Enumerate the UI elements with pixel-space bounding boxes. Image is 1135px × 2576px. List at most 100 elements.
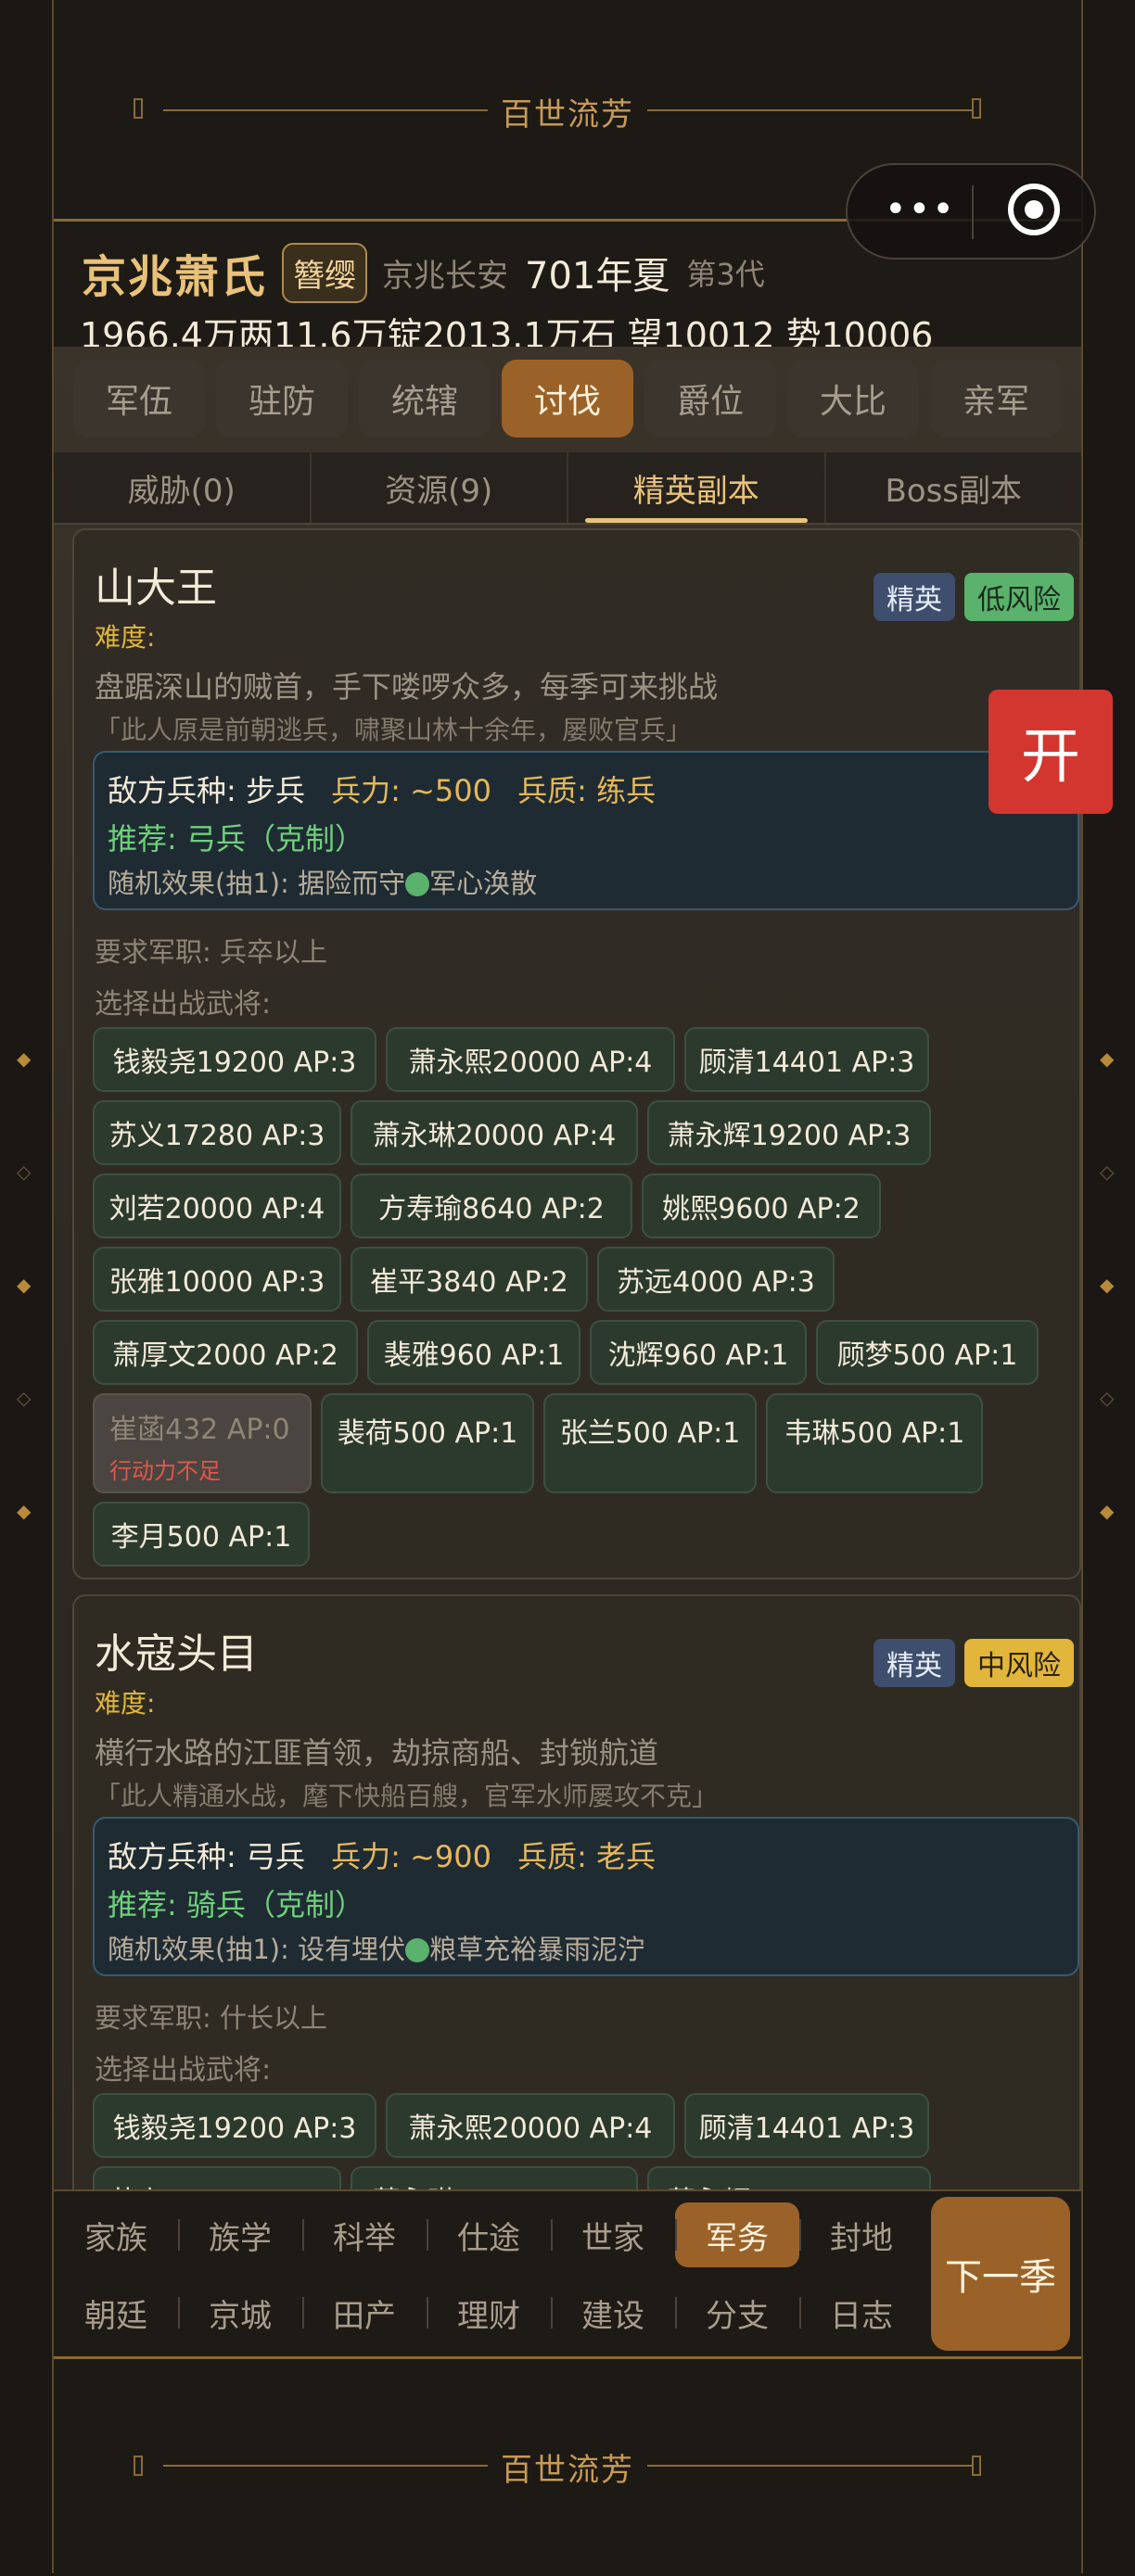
diamond-ornament-icon: ◆ (1100, 1047, 1115, 1070)
general-button[interactable]: 萧永辉19200 AP:3 (647, 2166, 931, 2189)
enemy-info-box: 敌方兵种: 弓兵 兵力: ~900 兵质: 老兵 推荐: 骑兵（克制） 随机效果… (93, 1817, 1079, 1976)
tab-guard[interactable]: 亲军 (930, 360, 1062, 438)
general-button[interactable]: 萧厚文2000 AP:2 (93, 1320, 358, 1385)
diamond-ornament-icon: ◇ (1100, 1387, 1115, 1409)
general-button[interactable]: 李月500 AP:1 (93, 1502, 310, 1567)
select-general-label: 选择出战武将: (95, 2054, 272, 2087)
random-effect: 随机效果(抽1): 设有埋伏 粮草充裕暴雨泥泞 (108, 1928, 644, 1967)
generation-text: 第3代 (686, 257, 765, 292)
enemy-type: 敌方兵种: 步兵 (108, 773, 305, 808)
general-button[interactable]: 韦琳500 AP:1 (766, 1393, 983, 1493)
general-label: 崔菡432 AP:0 (109, 1414, 290, 1446)
general-button[interactable]: 方寿瑜8640 AP:2 (351, 1174, 632, 1238)
enemy-power: 兵力: ~500 (331, 773, 491, 808)
general-button[interactable]: 张雅10000 AP:3 (93, 1247, 341, 1312)
banner-title: 百世流芳 (54, 89, 1081, 134)
general-button[interactable]: 苏义17280 AP:3 (93, 1100, 341, 1165)
insufficient-ap-note: 行动力不足 (109, 1458, 221, 1484)
rank-badge: 簪缨 (282, 242, 368, 303)
general-button[interactable]: 萧永琳20000 AP:4 (351, 2166, 638, 2189)
dungeon-quote: 「此人原是前朝逃兵，啸聚山林十余年，屡败官兵」 (95, 715, 693, 745)
subtab-threat[interactable]: 威胁(0) (54, 452, 312, 523)
diamond-ornament-icon: ◇ (17, 1387, 32, 1409)
dungeon-card: 水寇头目 精英 中风险 难度: 横行水路的江匪首领，劫掠商船、封锁航道 「此人精… (72, 1594, 1081, 2189)
general-button[interactable]: 崔平3840 AP:2 (351, 1247, 588, 1312)
nav-career[interactable]: 仕途 (427, 2202, 551, 2267)
next-season-button[interactable]: 下一季 (931, 2197, 1070, 2351)
general-button[interactable]: 裴荷500 AP:1 (321, 1393, 534, 1493)
effect-text: 随机效果(抽1): 据险而守 (108, 868, 406, 899)
elite-tag: 精英 (874, 573, 955, 621)
nav-military[interactable]: 军务 (675, 2202, 799, 2267)
general-button[interactable]: 萧永熙20000 AP:4 (386, 1027, 675, 1092)
nav-clan-school[interactable]: 族学 (178, 2202, 302, 2267)
green-dot-icon (405, 1938, 430, 1962)
effect-text: 军心涣散 (429, 868, 538, 899)
tag-group: 精英 中风险 (874, 1639, 1074, 1687)
nav-log[interactable]: 日志 (799, 2280, 924, 2345)
general-button[interactable]: 沈辉960 AP:1 (590, 1320, 807, 1385)
diamond-ornament-icon: ◆ (1100, 1500, 1115, 1522)
general-button[interactable]: 刘若20000 AP:4 (93, 1174, 341, 1238)
tab-command[interactable]: 统辖 (359, 360, 491, 438)
nav-capital[interactable]: 京城 (178, 2280, 302, 2345)
dungeon-title: 水寇头目 (95, 1631, 258, 1678)
tab-peerage[interactable]: 爵位 (644, 360, 776, 438)
general-button[interactable]: 张兰500 AP:1 (543, 1393, 757, 1493)
banner-title: 百世流芳 (54, 2444, 1081, 2490)
more-icon[interactable]: ••• (885, 191, 956, 228)
risk-tag: 低风险 (964, 573, 1074, 621)
location-text: 京兆长安 (382, 257, 509, 295)
close-target-icon[interactable] (1008, 184, 1060, 235)
general-button[interactable]: 苏义17280 AP:3 (93, 2166, 341, 2189)
general-button[interactable]: 萧永琳20000 AP:4 (351, 1100, 638, 1165)
general-button[interactable]: 苏远4000 AP:3 (597, 1247, 835, 1312)
general-button[interactable]: 姚熙9600 AP:2 (642, 1174, 881, 1238)
subtab-boss-dungeon[interactable]: Boss副本 (826, 452, 1082, 523)
tab-garrison[interactable]: 驻防 (216, 360, 348, 438)
year-text: 701年夏 (525, 255, 670, 298)
subtab-elite-dungeon[interactable]: 精英副本 (568, 452, 826, 523)
enemy-power: 兵力: ~900 (331, 1839, 491, 1874)
enemy-type: 敌方兵种: 弓兵 (108, 1839, 305, 1874)
dungeon-title: 山大王 (95, 565, 217, 612)
nav-exam[interactable]: 科举 (302, 2202, 427, 2267)
general-button[interactable]: 裴雅960 AP:1 (367, 1320, 580, 1385)
nav-branch[interactable]: 分支 (675, 2280, 799, 2345)
nav-row: 家族 族学 科举 仕途 世家 军务 封地 (54, 2202, 925, 2267)
tab-army[interactable]: 军伍 (73, 360, 205, 438)
general-button[interactable]: 顾梦500 AP:1 (816, 1320, 1039, 1385)
nav-finance[interactable]: 理财 (427, 2280, 551, 2345)
general-button[interactable]: 顾清14401 AP:3 (684, 1027, 929, 1092)
nav-clans[interactable]: 世家 (551, 2202, 675, 2267)
random-effect: 随机效果(抽1): 据险而守 军心涣散 (108, 862, 537, 901)
general-button[interactable]: 钱毅尧19200 AP:3 (93, 1027, 376, 1092)
tag-group: 精英 低风险 (874, 573, 1074, 621)
diamond-ornament-icon: ◇ (1100, 1161, 1115, 1183)
nav-fief[interactable]: 封地 (799, 2202, 924, 2267)
diamond-ornament-icon: ◆ (17, 1274, 32, 1296)
tab-tournament[interactable]: 大比 (787, 360, 919, 438)
general-button[interactable]: 顾清14401 AP:3 (684, 2093, 929, 2158)
general-button[interactable]: 萧永辉19200 AP:3 (647, 1100, 931, 1165)
risk-tag: 中风险 (964, 1639, 1074, 1687)
dungeon-desc: 盘踞深山的贼首，手下喽啰众多，每季可来挑战 (95, 669, 719, 704)
nav-row: 朝廷 京城 田产 理财 建设 分支 日志 (54, 2280, 925, 2345)
green-dot-icon (405, 872, 430, 896)
tab-campaign[interactable]: 讨伐 (502, 360, 633, 438)
content-area: 军伍 驻防 统辖 讨伐 爵位 大比 亲军 威胁(0) 资源(9) 精英副本 Bo… (54, 347, 1081, 2189)
miniapp-capsule: ••• (846, 163, 1096, 260)
nav-build[interactable]: 建设 (551, 2280, 675, 2345)
difficulty-label: 难度: (95, 1688, 156, 1719)
general-button[interactable]: 钱毅尧19200 AP:3 (93, 2093, 376, 2158)
bottom-nav: 家族 族学 科举 仕途 世家 军务 封地 朝廷 京城 田产 理财 建设 分支 日… (54, 2189, 1081, 2356)
main-tabs: 军伍 驻防 统辖 讨伐 爵位 大比 亲军 (54, 347, 1081, 449)
open-button[interactable]: 开 (988, 690, 1113, 814)
diamond-ornament-icon: ◆ (17, 1047, 32, 1070)
subtab-resource[interactable]: 资源(9) (312, 452, 568, 523)
nav-family[interactable]: 家族 (54, 2202, 178, 2267)
general-button-disabled: 崔菡432 AP:0 行动力不足 (93, 1393, 312, 1493)
general-button[interactable]: 萧永熙20000 AP:4 (386, 2093, 675, 2158)
nav-farmland[interactable]: 田产 (302, 2280, 427, 2345)
nav-court[interactable]: 朝廷 (54, 2280, 178, 2345)
